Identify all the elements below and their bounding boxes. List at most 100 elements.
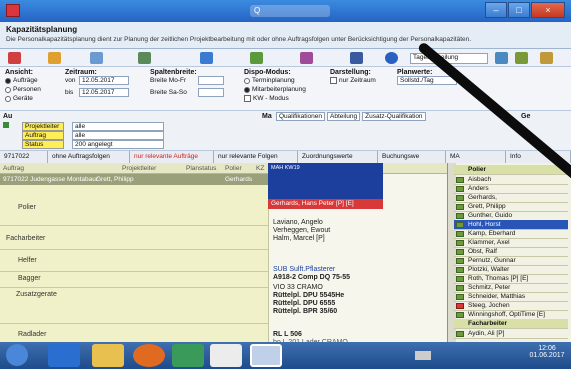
sidebar-heading-polier: Polier	[454, 165, 568, 175]
ansicht-title: Ansicht:	[5, 69, 33, 76]
ma-tab-zusatz[interactable]: Zusatz-Qualifikation	[362, 112, 426, 121]
close-button[interactable]: ×	[531, 2, 565, 18]
role-area: Polier Facharbeiter Helfer Bagger Zusatz…	[0, 185, 268, 342]
header-kz[interactable]: KZ	[256, 165, 264, 172]
ansicht-auftraege[interactable]: Aufträge	[5, 76, 41, 85]
planwerte-select[interactable]: Sollstd./Tag	[397, 76, 457, 85]
von-date-field[interactable]: 12.05.2017	[79, 76, 129, 85]
toolbar: Tageseinteilung	[0, 49, 571, 67]
page-header: Kapazitätsplanung Die Personalkapazitäts…	[0, 22, 571, 49]
auftrag-select[interactable]: alle	[72, 131, 164, 140]
tab-nur-relevante-auftraege[interactable]: nur relevante Aufträge	[130, 151, 214, 163]
role-zusatzgerate: Zusatzgerate	[16, 291, 57, 298]
dispo-mitarbeiterplanung[interactable]: Mitarbeiterplanung	[244, 85, 306, 94]
von-label: von	[65, 77, 76, 84]
assigned-facharbeiter-2[interactable]: Halm, Marcel [P]	[273, 235, 325, 243]
assigned-zusatz-1[interactable]: Rüttelpl. DPU 5545He	[273, 292, 344, 300]
role-bagger: Bagger	[18, 275, 41, 282]
breite-mofr-label: Breite Mo-Fr	[150, 77, 187, 84]
filter-area: Au Projektleiter alle Auftrag alle Statu…	[0, 111, 571, 151]
header-auftrag[interactable]: Auftrag	[3, 165, 24, 172]
tab-ohne-auftragsfolgen[interactable]: ohne Auftragsfolgen	[48, 151, 130, 163]
app-icon	[6, 4, 20, 17]
open-icon[interactable]	[48, 52, 61, 64]
clock[interactable]: 12:06 01.06.2017	[527, 345, 567, 359]
zoom-icon[interactable]	[495, 52, 508, 64]
header-planstatus[interactable]: Planstatus	[186, 165, 216, 172]
settings-icon[interactable]	[540, 52, 553, 64]
assigned-polier-bar[interactable]: Gerhards, Hans Peter [P] [E]	[268, 199, 383, 209]
person-icon[interactable]	[250, 52, 263, 64]
assigned-radlader-0[interactable]: RL L 506	[273, 331, 302, 339]
funnel-icon[interactable]	[3, 122, 9, 128]
tab-ma[interactable]: MA	[446, 151, 506, 163]
app-doc-icon[interactable]	[210, 344, 242, 367]
center-widget[interactable]: Q	[250, 5, 330, 17]
selected-order-row[interactable]: 9717022 Judengasse Montabaur Grett, Phil…	[0, 174, 268, 185]
tab-auftrag-nr[interactable]: 9717022	[0, 151, 48, 163]
ansicht-geraete[interactable]: Geräte	[5, 94, 41, 103]
selected-order-polier: Gerhards	[225, 176, 253, 183]
au-label: Au	[3, 113, 13, 120]
assigned-facharbeiter-1[interactable]: Verheggen, Ewout	[273, 227, 330, 235]
projektleiter-select[interactable]: alle	[72, 122, 164, 131]
taskbar: 12:06 01.06.2017	[0, 342, 571, 369]
planning-app-taskbar[interactable]	[250, 344, 282, 367]
assigned-zusatz-0[interactable]: VIO 33 CRAMO	[273, 284, 323, 292]
help-icon[interactable]	[385, 52, 398, 64]
dispo-title: Dispo-Modus:	[244, 69, 291, 76]
calendar-icon[interactable]	[200, 52, 213, 64]
minimize-button[interactable]: –	[485, 2, 507, 18]
bis-date-field[interactable]: 12.05.2017	[79, 88, 129, 97]
app-green-icon[interactable]	[172, 344, 204, 367]
clock-time: 12:06	[538, 345, 556, 352]
maximize-button[interactable]: □	[508, 2, 530, 18]
firefox-icon[interactable]	[133, 344, 165, 367]
tab-zuordnungswerte[interactable]: Zuordnungswerte	[298, 151, 378, 163]
assigned-bagger-1[interactable]: A918-2 Comp DQ 75-55	[273, 274, 350, 282]
ie-icon[interactable]	[48, 344, 80, 367]
keyboard-icon[interactable]	[415, 351, 431, 360]
save-icon[interactable]	[350, 52, 363, 64]
selected-order-pl: Grett, Philipp	[96, 176, 134, 183]
header-polier[interactable]: Polier	[225, 165, 242, 172]
projektleiter-label: Projektleiter	[22, 122, 64, 131]
zeitraum-title: Zeitraum:	[65, 69, 97, 76]
dispo-terminplanung[interactable]: Terminplanung	[244, 76, 306, 85]
edit-icon[interactable]	[90, 52, 103, 64]
tab-nur-relevante-folgen[interactable]: nur relevante Folgen	[214, 151, 298, 163]
employee-sidebar: Polier Aisbach Anders Gerhards, Grett, P…	[447, 163, 571, 342]
role-radlader: Radlader	[18, 331, 47, 338]
bis-label: bis	[65, 89, 74, 96]
assigned-zusatz-3[interactable]: Rüttelpl. BPR 35/60	[273, 308, 337, 316]
ma-label: Ma	[262, 113, 272, 120]
ge-label: Ge	[521, 113, 531, 120]
ma-tab-abteilung[interactable]: Abteilung	[327, 112, 361, 121]
group-icon[interactable]	[300, 52, 313, 64]
header-projektleiter[interactable]: Projektleiter	[122, 165, 156, 172]
status-select[interactable]: 200 angelegt	[72, 140, 164, 149]
assigned-bagger-0[interactable]: SUB Sulft.Pflasterer	[273, 266, 335, 274]
assigned-zusatz-2[interactable]: Rüttelpl. DPU 6555	[273, 300, 335, 308]
window-controls: – □ ×	[485, 2, 565, 18]
ansicht-personen[interactable]: Personen	[5, 85, 41, 94]
sidebar-heading-facharbeiter: Facharbeiter	[454, 319, 568, 329]
assigned-facharbeiter-0[interactable]: Laviano, Angelo	[273, 219, 323, 227]
sidebar-item[interactable]: Aydin, Ali [P]	[454, 329, 568, 339]
ma-tab-qualifikationen[interactable]: Qualifikationen	[276, 112, 325, 121]
tab-buchungswerte[interactable]: Buchungswe	[378, 151, 446, 163]
start-button[interactable]	[6, 344, 28, 366]
role-facharbeiter: Facharbeiter	[6, 235, 46, 242]
auftrag-label: Auftrag	[22, 131, 64, 140]
darstellung-nur-zeitraum[interactable]: nur Zeitraum	[330, 76, 376, 85]
explorer-icon[interactable]	[92, 344, 124, 367]
week-header-cell[interactable]: MAH KW19	[268, 163, 383, 199]
dispo-kw-modus[interactable]: KW - Modus	[244, 94, 306, 103]
new-icon[interactable]	[8, 52, 21, 64]
print-icon[interactable]	[138, 52, 151, 64]
filter-icon[interactable]	[515, 52, 528, 64]
darstellung-title: Darstellung:	[330, 69, 371, 76]
clock-date: 01.06.2017	[529, 352, 565, 359]
breite-saso-slider[interactable]	[198, 88, 224, 97]
breite-mofr-slider[interactable]	[198, 76, 224, 85]
